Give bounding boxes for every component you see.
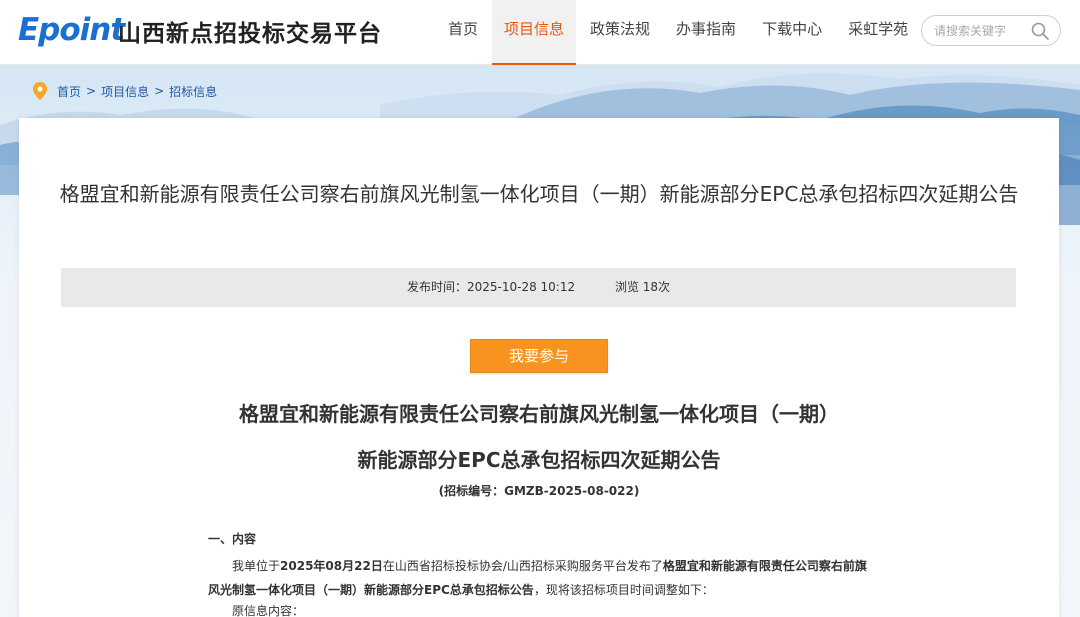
search-icon[interactable]: [1030, 21, 1050, 41]
tender-code: (招标编号：GMZB-2025-08-022): [438, 484, 640, 498]
body-paragraph: 我单位于2025年08月22日在山西省招标投标协会/山西招标采购服务平台发布了格…: [208, 554, 868, 602]
nav-academy[interactable]: 采虹学苑: [836, 0, 920, 65]
section-heading-content: 一、内容: [208, 532, 257, 546]
nav-guide[interactable]: 办事指南: [664, 0, 748, 65]
breadcrumb-separator: >: [154, 84, 165, 98]
breadcrumb-separator: >: [86, 84, 97, 98]
original-info-label: 原信息内容：: [232, 604, 305, 617]
join-button[interactable]: 我要参与: [470, 339, 608, 373]
article-meta-bar: 发布时间：2025-10-28 10:12 浏览 18次: [61, 268, 1016, 307]
search-box: [921, 15, 1061, 46]
nav-policy[interactable]: 政策法规: [578, 0, 662, 65]
location-pin-icon: [33, 82, 47, 100]
site-header: Epoint 山西新点招投标交易平台 首页 项目信息 政策法规 办事指南 下载中…: [0, 0, 1080, 65]
doc-title-line1: 格盟宜和新能源有限责任公司察右前旗风光制氢一体化项目（一期）: [239, 402, 839, 426]
view-count: 浏览 18次: [614, 280, 671, 294]
para-date: 2025年08月22日: [280, 559, 383, 573]
article-card: 格盟宜和新能源有限责任公司察右前旗风光制氢一体化项目（一期） 新能源部分EPC总承…: [19, 118, 1059, 617]
para-mid: 在山西省招标投标协会/山西招标采购服务平台发布了: [382, 559, 663, 573]
epoint-logo[interactable]: Epoint: [18, 12, 125, 48]
nav-download[interactable]: 下载中心: [750, 0, 834, 65]
site-name[interactable]: 山西新点招投标交易平台: [118, 14, 382, 48]
para-suffix: ，现将该招标项目时间调整如下：: [533, 583, 714, 597]
nav-project-info[interactable]: 项目信息: [492, 0, 577, 65]
main-nav: 首页 项目信息 政策法规 办事指南 下载中心 采虹学苑: [436, 0, 922, 65]
publish-time: 发布时间：2025-10-28 10:12: [406, 280, 576, 294]
breadcrumb-project-info[interactable]: 项目信息: [101, 83, 149, 100]
article-title: 格盟宜和新能源有限责任公司察右前旗风光制氢一体化项目（一期）新能源部分EPC总承…: [59, 182, 1019, 206]
nav-home[interactable]: 首页: [436, 0, 490, 65]
doc-title-line2: 新能源部分EPC总承包招标四次延期公告: [357, 448, 721, 472]
breadcrumb-home[interactable]: 首页: [57, 83, 81, 100]
breadcrumb-tender-info[interactable]: 招标信息: [169, 83, 217, 100]
breadcrumb: 首页 > 项目信息 > 招标信息: [33, 82, 217, 100]
para-prefix: 我单位于: [232, 559, 281, 573]
search-input[interactable]: [934, 22, 1029, 40]
